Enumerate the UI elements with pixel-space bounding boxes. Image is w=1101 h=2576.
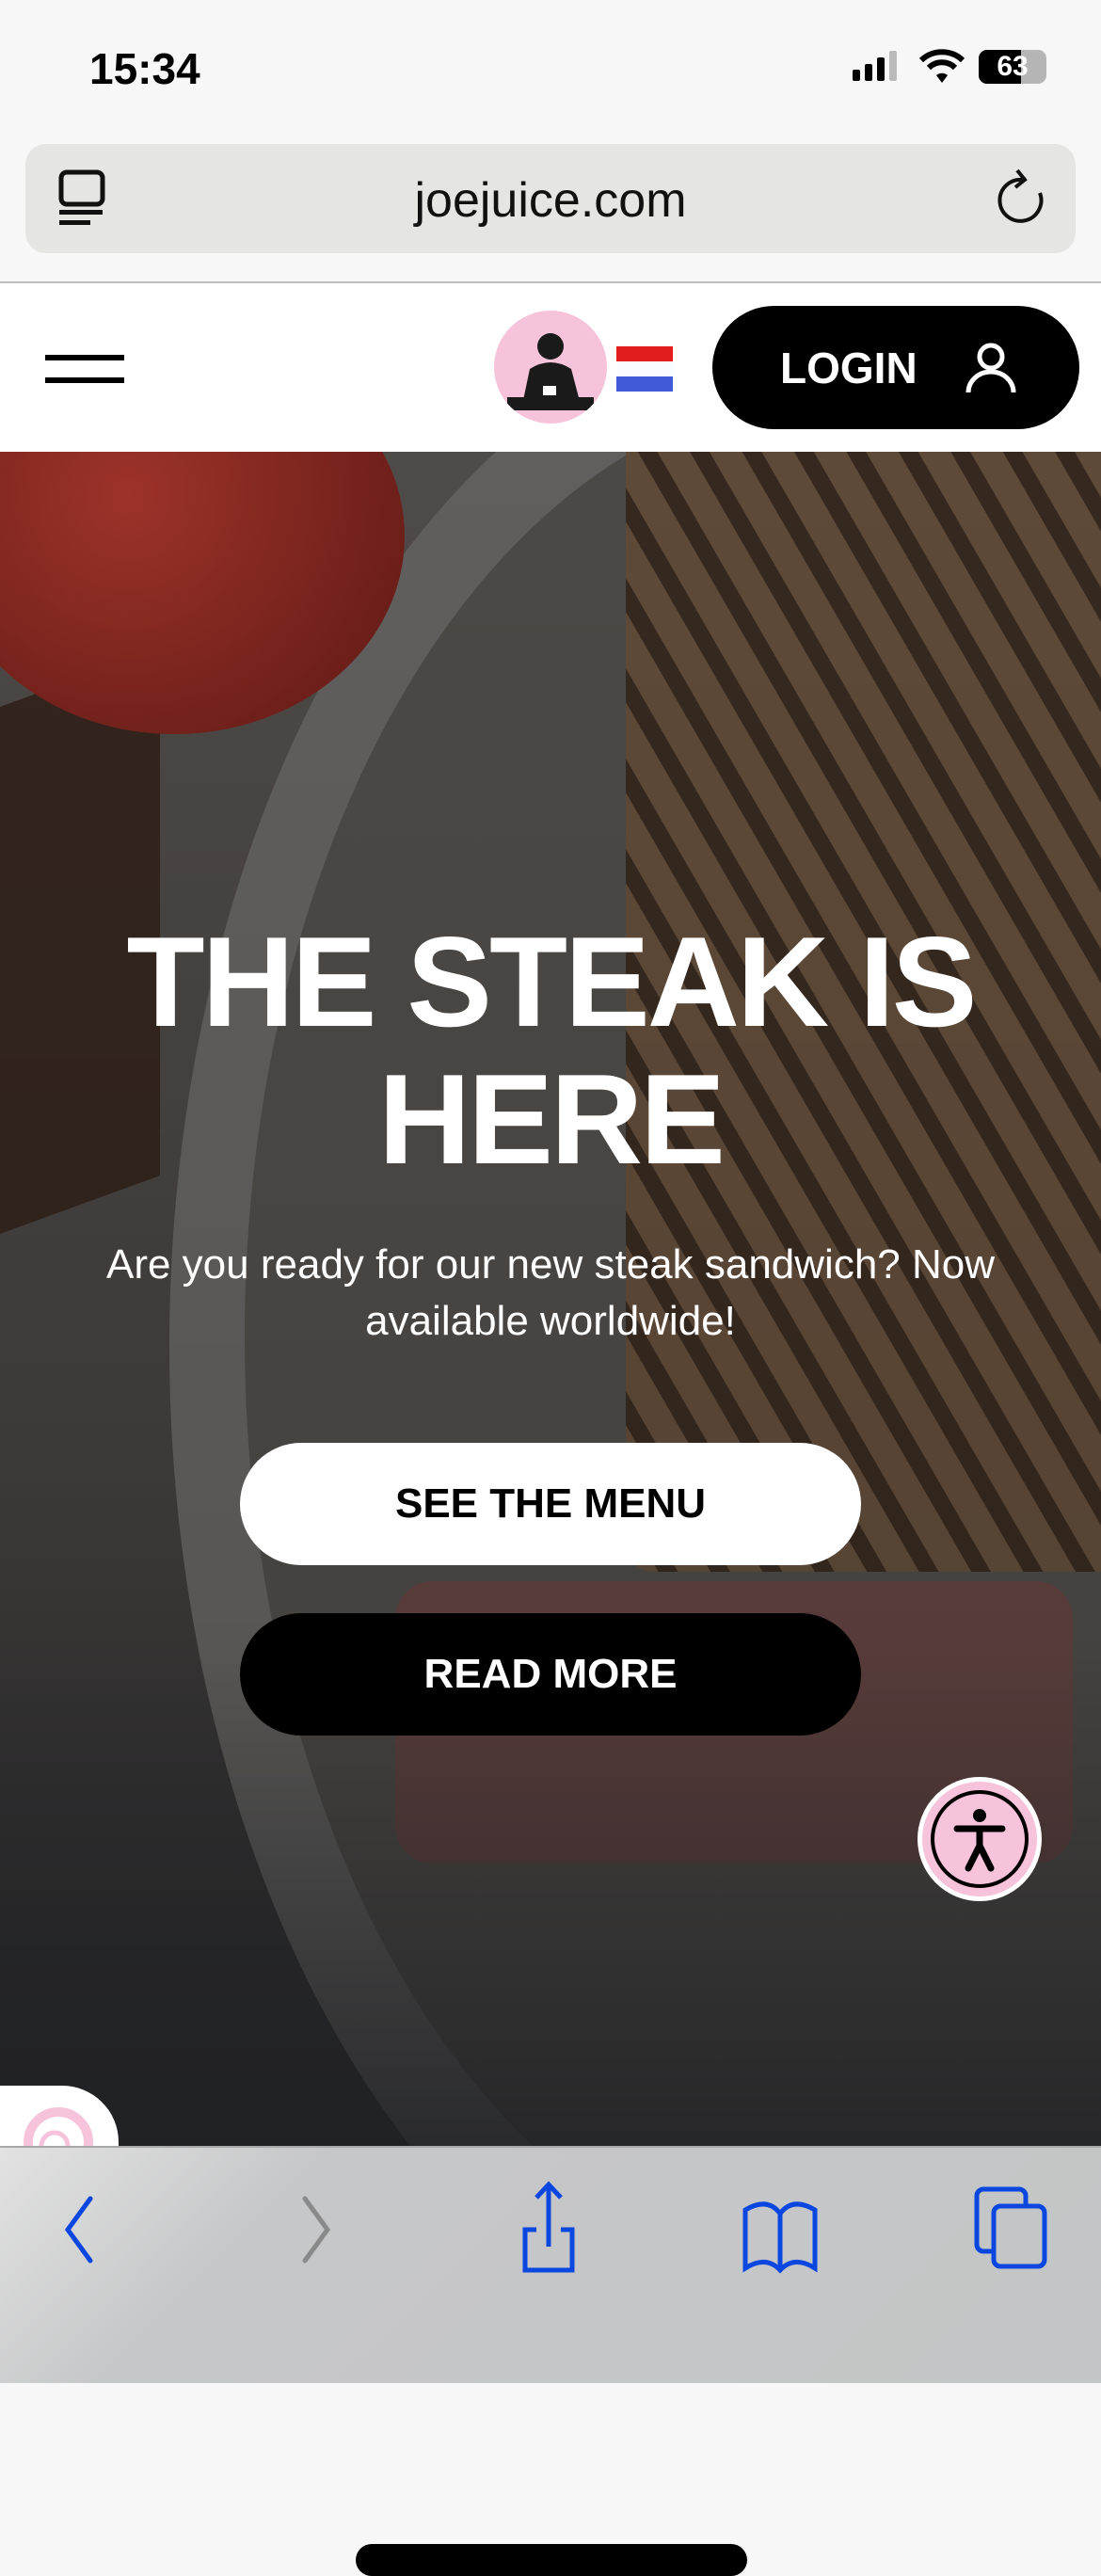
hero-section: THE STEAK IS HERE Are you ready for our … xyxy=(0,452,1101,2146)
forward-icon[interactable] xyxy=(294,2195,341,2264)
address-bar[interactable]: joejuice.com xyxy=(25,144,1076,253)
user-icon xyxy=(965,343,1016,392)
battery-level: 63 xyxy=(997,51,1029,82)
joe-juice-logo[interactable] xyxy=(494,311,607,424)
accessibility-button[interactable] xyxy=(918,1777,1042,1901)
language-flag-icon[interactable] xyxy=(616,346,673,392)
safari-toolbar xyxy=(0,2146,1101,2576)
hamburger-menu-icon[interactable] xyxy=(45,355,124,383)
back-icon[interactable] xyxy=(58,2195,105,2264)
battery-icon: 63 xyxy=(979,50,1046,84)
wifi-icon xyxy=(918,49,965,83)
home-indicator xyxy=(356,2544,747,2576)
tabs-icon[interactable] xyxy=(973,2185,1048,2270)
url-text[interactable]: joejuice.com xyxy=(25,172,1076,229)
bookmarks-icon[interactable] xyxy=(740,2195,821,2274)
reload-icon[interactable] xyxy=(995,168,1047,229)
see-the-menu-button[interactable]: SEE THE MENU xyxy=(240,1443,861,1565)
share-icon[interactable] xyxy=(516,2181,582,2275)
cellular-signal-icon xyxy=(853,51,897,81)
accessibility-icon xyxy=(953,1809,1006,1872)
hero-subtitle: Are you ready for our new steak sandwich… xyxy=(105,1241,996,1344)
hero-headline: THE STEAK IS HERE xyxy=(126,910,978,1191)
login-label: LOGIN xyxy=(780,343,918,392)
status-time: 15:34 xyxy=(89,44,200,93)
status-bar: 15:34 63 xyxy=(0,0,1101,141)
login-button[interactable]: LOGIN xyxy=(712,306,1079,429)
read-more-button[interactable]: READ MORE xyxy=(240,1613,861,1736)
